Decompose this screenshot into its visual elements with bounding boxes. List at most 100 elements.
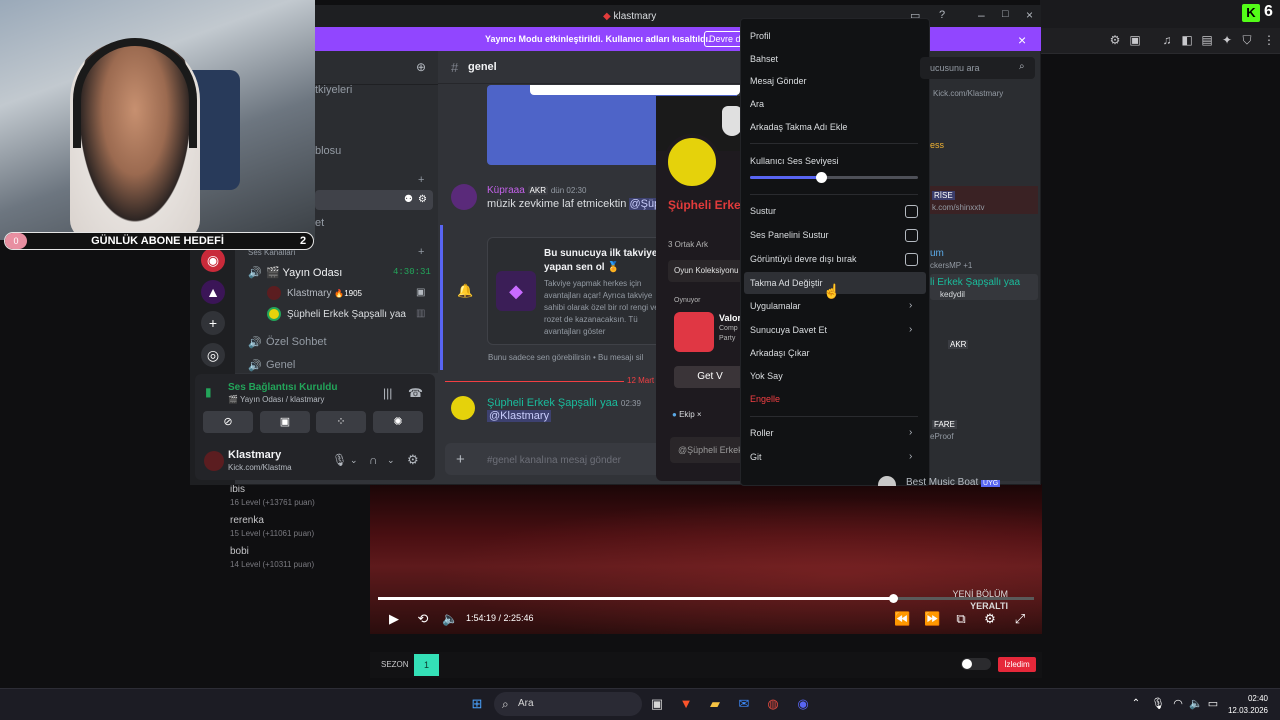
file-explorer-icon[interactable]: ▰ [707, 696, 723, 712]
message-author[interactable]: Şüpheli Erkek Şapşallı yaa 02:39 [487, 397, 641, 409]
extensions-icon[interactable]: ⚙ [1108, 33, 1122, 47]
member-name[interactable]: li Erkek Şapşallı yaa [930, 277, 1020, 288]
menu-icon[interactable]: ⋮ [1262, 33, 1276, 47]
menu-item-remove-friend[interactable]: Arkadaşı Çıkar [750, 348, 810, 358]
voice-user[interactable]: Klastmary 🔥1905 [287, 288, 362, 299]
member-status[interactable]: Kick.com/Klastmary [933, 89, 1003, 98]
forward-icon[interactable]: ⏩ [924, 611, 940, 627]
brave-icon[interactable]: ▼ [678, 696, 694, 712]
member-name[interactable]: ess [930, 140, 944, 150]
disable-streamer-button[interactable]: Devre d [704, 31, 744, 47]
sidebar-icon[interactable]: ◧ [1180, 33, 1194, 47]
maximize-icon[interactable]: □ [1002, 8, 1009, 20]
camera-button[interactable]: ⊘ [203, 411, 253, 433]
settings-icon[interactable]: ⚙ [982, 611, 998, 627]
shield-icon[interactable]: ⛉ [1240, 33, 1254, 47]
chevron-down-icon[interactable]: ⌄ [350, 455, 358, 466]
sparkle-icon[interactable]: ✦ [1220, 33, 1234, 47]
channel-partial[interactable]: et [315, 217, 324, 229]
menu-item-mute[interactable]: Sustur [750, 206, 776, 216]
rewind-icon[interactable]: ⏪ [894, 611, 910, 627]
disconnect-icon[interactable]: ☎ [408, 386, 423, 400]
mic-icon[interactable]: 🎙 [1150, 696, 1166, 712]
video-progress-handle[interactable] [889, 594, 898, 603]
chrome-icon[interactable]: ◍ [765, 696, 781, 712]
close-icon[interactable]: × [1018, 32, 1026, 48]
member-name[interactable]: Best Music Boat UYG [906, 477, 1001, 488]
mutual-friends[interactable]: 3 Ortak Ark [668, 240, 708, 249]
voice-channel[interactable]: Genel [266, 359, 295, 371]
menu-item-go[interactable]: Git [750, 452, 762, 462]
menu-item-roles[interactable]: Roller [750, 428, 774, 438]
avatar[interactable] [451, 396, 475, 420]
add-channel-icon[interactable]: + [418, 246, 424, 258]
taskbar-search[interactable]: Ara [494, 692, 642, 716]
menu-item-ignore[interactable]: Yok Say [750, 371, 783, 381]
screenshot-icon[interactable]: ▣ [1128, 33, 1142, 47]
fullscreen-icon[interactable]: ⤢ [1012, 611, 1028, 627]
cast-icon[interactable]: ⧉ [953, 611, 969, 627]
taskbar-clock[interactable]: 02:40 12.03.2026 [1224, 693, 1268, 717]
menu-item-change-nickname[interactable]: Takma Ad Değiştir [750, 278, 823, 288]
menu-item-apps[interactable]: Uygulamalar [750, 301, 801, 311]
soundboard-button[interactable]: ✺ [373, 411, 423, 433]
noise-suppression-icon[interactable]: ||| [383, 386, 392, 400]
windows-start-icon[interactable]: ⊞ [469, 696, 485, 712]
add-channel-icon[interactable]: + [418, 174, 424, 186]
avatar[interactable] [451, 184, 477, 210]
avatar[interactable] [204, 451, 224, 471]
wallet-icon[interactable]: ▤ [1200, 33, 1214, 47]
menu-item-block[interactable]: Engelle [750, 394, 780, 404]
member-search-input[interactable]: ucusunu ara [920, 57, 1035, 79]
volume-icon[interactable]: 🔈 [1188, 696, 1204, 712]
server-icon[interactable]: ◉ [201, 248, 225, 272]
invite-icon[interactable]: ⚉ [404, 194, 413, 205]
close-icon[interactable]: × [1026, 8, 1033, 22]
chevron-down-icon[interactable]: ⌄ [387, 455, 395, 466]
screen-share-button[interactable]: ▣ [260, 411, 310, 433]
member-name[interactable]: um [930, 248, 944, 259]
menu-item-call[interactable]: Ara [750, 99, 764, 109]
minimize-icon[interactable]: – [978, 8, 985, 22]
settings-icon[interactable]: ⚙ [418, 194, 427, 205]
mention[interactable]: @Klastmary [487, 410, 552, 422]
profile-tag[interactable]: ● Ekip × [672, 410, 702, 419]
wifi-icon[interactable]: ◠ [1170, 696, 1186, 712]
volume-slider-handle[interactable] [816, 172, 827, 183]
voice-status[interactable]: Ses Bağlantısı Kuruldu [228, 382, 337, 393]
search-icon[interactable]: ⌕ [1019, 61, 1025, 72]
menu-item-disable-video[interactable]: Görüntüyü devre dışı bırak [750, 254, 857, 264]
ephemeral-note[interactable]: Bunu sadece sen görebilirsin • Bu mesajı… [488, 353, 643, 362]
loop-icon[interactable]: ⟲ [415, 611, 431, 627]
profile-message-input[interactable]: @Şüpheli Erkek [670, 437, 746, 463]
message-author[interactable]: Küpraaa AKR dün 02:30 [487, 185, 586, 196]
channel-partial[interactable]: tkiyeleri [315, 84, 352, 96]
profile-avatar[interactable] [664, 134, 720, 190]
headset-icon[interactable]: ∩ [369, 453, 378, 467]
discord-icon[interactable]: ◉ [795, 696, 811, 712]
volume-icon[interactable]: 🔈 [442, 611, 458, 627]
menu-item-message[interactable]: Mesaj Gönder [750, 76, 807, 86]
mute-checkbox[interactable] [905, 205, 918, 218]
mail-icon[interactable]: ✉ [736, 696, 752, 712]
help-icon[interactable]: ? [939, 9, 945, 21]
add-server-icon[interactable]: + [201, 311, 225, 335]
menu-item-mute-soundboard[interactable]: Ses Panelini Sustur [750, 230, 829, 240]
get-game-button[interactable]: Get V [674, 366, 746, 388]
add-member-icon[interactable]: ⊕ [416, 60, 426, 74]
soundboard-checkbox[interactable] [905, 229, 918, 242]
season-button[interactable]: 1 [414, 654, 439, 676]
channel-partial[interactable]: blosu [315, 145, 341, 157]
chevron-up-icon[interactable]: ⌃ [1128, 696, 1144, 712]
video-checkbox[interactable] [905, 253, 918, 266]
user-settings-icon[interactable]: ⚙ [407, 452, 419, 468]
server-icon[interactable]: ▲ [201, 280, 225, 304]
game-collection-tab[interactable]: Oyun Koleksiyonu [668, 260, 746, 282]
selected-channel[interactable] [315, 190, 433, 210]
play-icon[interactable]: ▶ [386, 611, 402, 627]
voice-channel[interactable]: Özel Sohbet [266, 336, 327, 348]
menu-item-friend-nickname[interactable]: Arkadaş Takma Adı Ekle [750, 122, 847, 132]
menu-item-invite[interactable]: Sunucuya Davet Et [750, 325, 827, 335]
activities-button[interactable]: ⁘ [316, 411, 366, 433]
boost-body[interactable]: Takviye yapmak herkes için avantajları a… [544, 278, 664, 338]
